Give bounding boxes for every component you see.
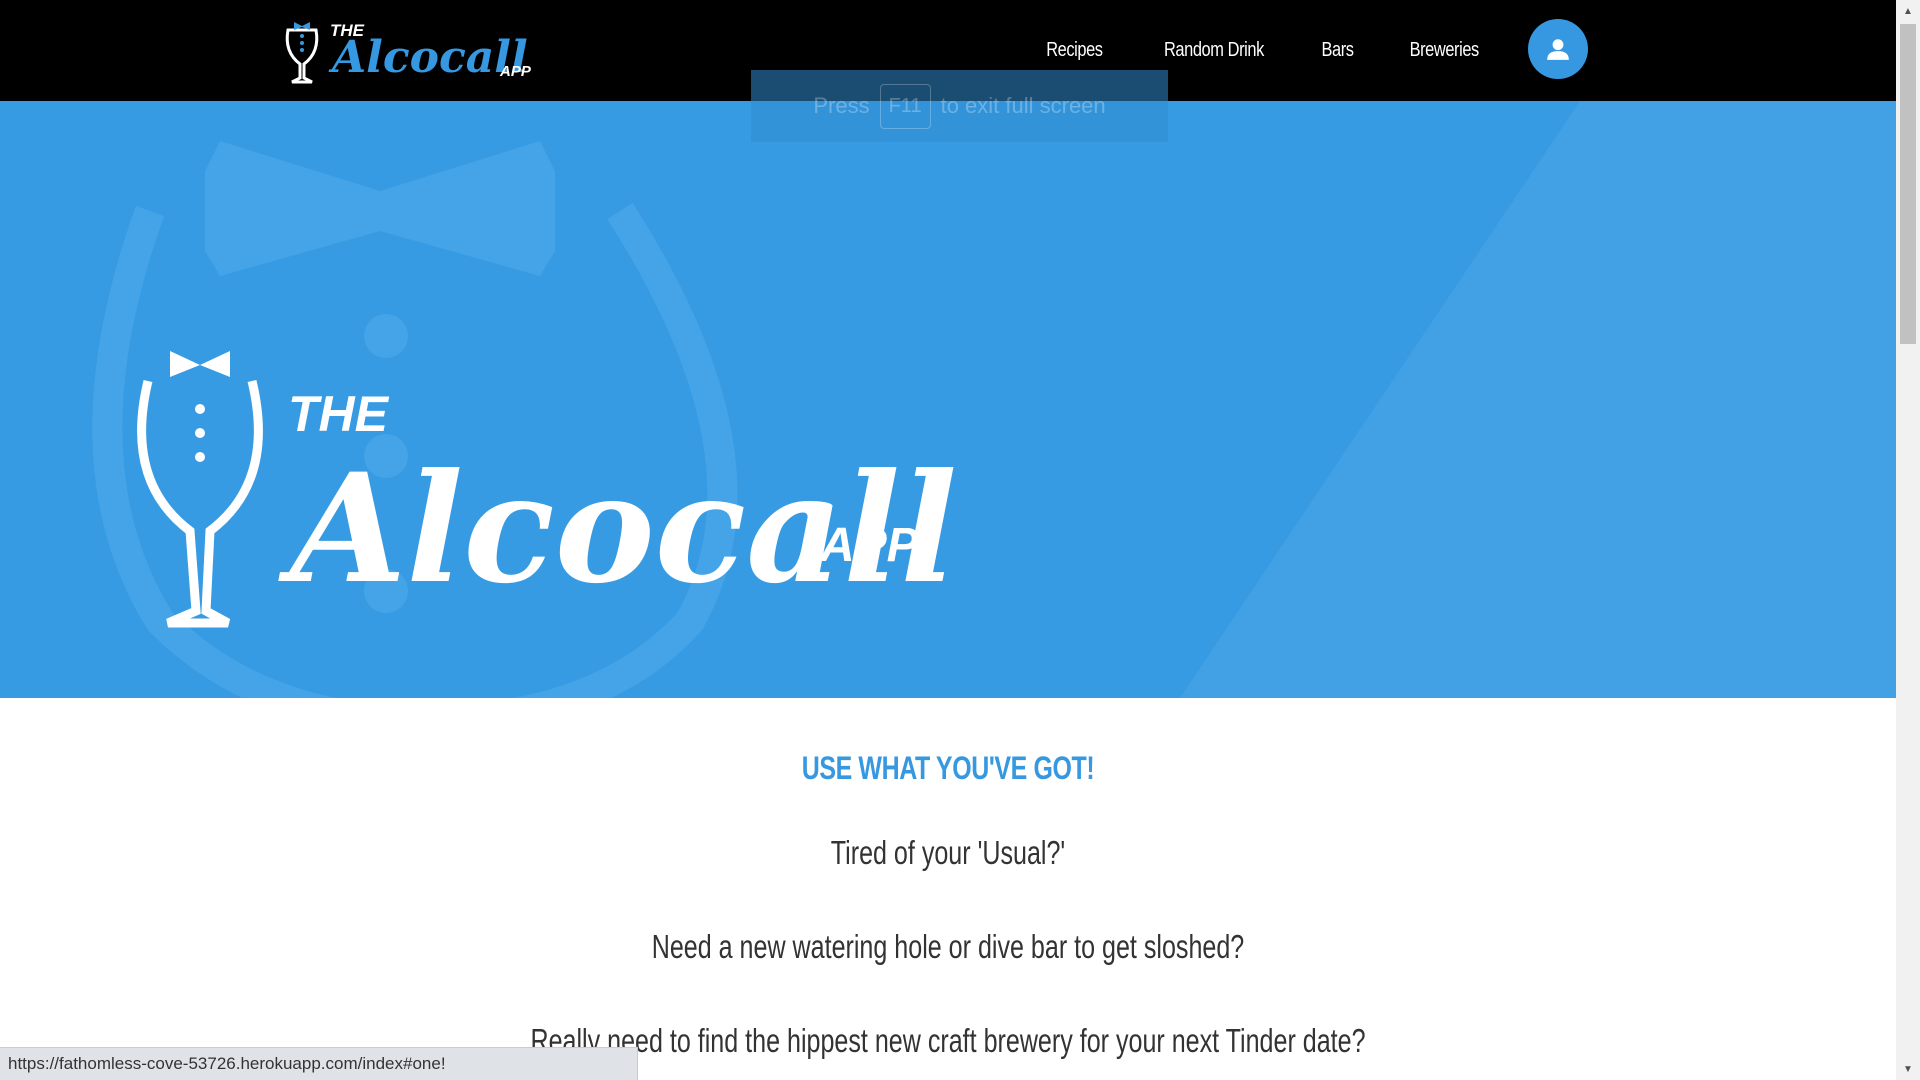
nav-logo-name: Alcocall bbox=[328, 32, 528, 83]
account-button[interactable] bbox=[1528, 19, 1588, 79]
nav-link-random-drink[interactable]: Random Drink bbox=[1164, 39, 1264, 62]
scroll-down-arrow-icon[interactable]: ▼ bbox=[1896, 1058, 1920, 1080]
hero-logo-app: APP bbox=[819, 519, 920, 572]
fullscreen-notice-suffix: to exit full screen bbox=[940, 93, 1106, 118]
intro-section: USE WHAT YOU'VE GOT! Tired of your 'Usua… bbox=[0, 698, 1896, 1080]
user-icon bbox=[1547, 39, 1569, 60]
fullscreen-notice: Press F11 to exit full screen bbox=[751, 70, 1168, 142]
nav-link-recipes[interactable]: Recipes bbox=[1046, 39, 1103, 62]
nav-logo[interactable]: THE Alcocall APP bbox=[280, 12, 560, 88]
intro-paragraph-1: Tired of your 'Usual?' bbox=[830, 834, 1066, 871]
vertical-scrollbar[interactable]: ▲ ▼ bbox=[1896, 0, 1920, 1080]
scroll-up-arrow-icon[interactable]: ▲ bbox=[1896, 0, 1920, 22]
nav-link-bars[interactable]: Bars bbox=[1322, 39, 1354, 62]
nav-logo-app: APP bbox=[499, 63, 532, 80]
hero-logo-the: THE bbox=[288, 386, 390, 442]
intro-paragraph-2: Need a new watering hole or dive bar to … bbox=[651, 928, 1245, 965]
hero-logo: THE Alcocall APP bbox=[137, 351, 957, 628]
hero-banner: THE Alcocall APP bbox=[0, 101, 1896, 698]
fullscreen-notice-prefix: Press bbox=[813, 93, 870, 118]
page: THE Alcocall APP Recipes Random Drink Ba… bbox=[0, 0, 1896, 1080]
status-bar-url: https://fathomless-cove-53726.herokuapp.… bbox=[0, 1047, 638, 1080]
nav-link-breweries[interactable]: Breweries bbox=[1409, 39, 1479, 62]
fullscreen-notice-key: F11 bbox=[879, 83, 931, 129]
scroll-thumb[interactable] bbox=[1900, 24, 1916, 344]
section-heading: USE WHAT YOU'VE GOT! bbox=[801, 750, 1095, 786]
